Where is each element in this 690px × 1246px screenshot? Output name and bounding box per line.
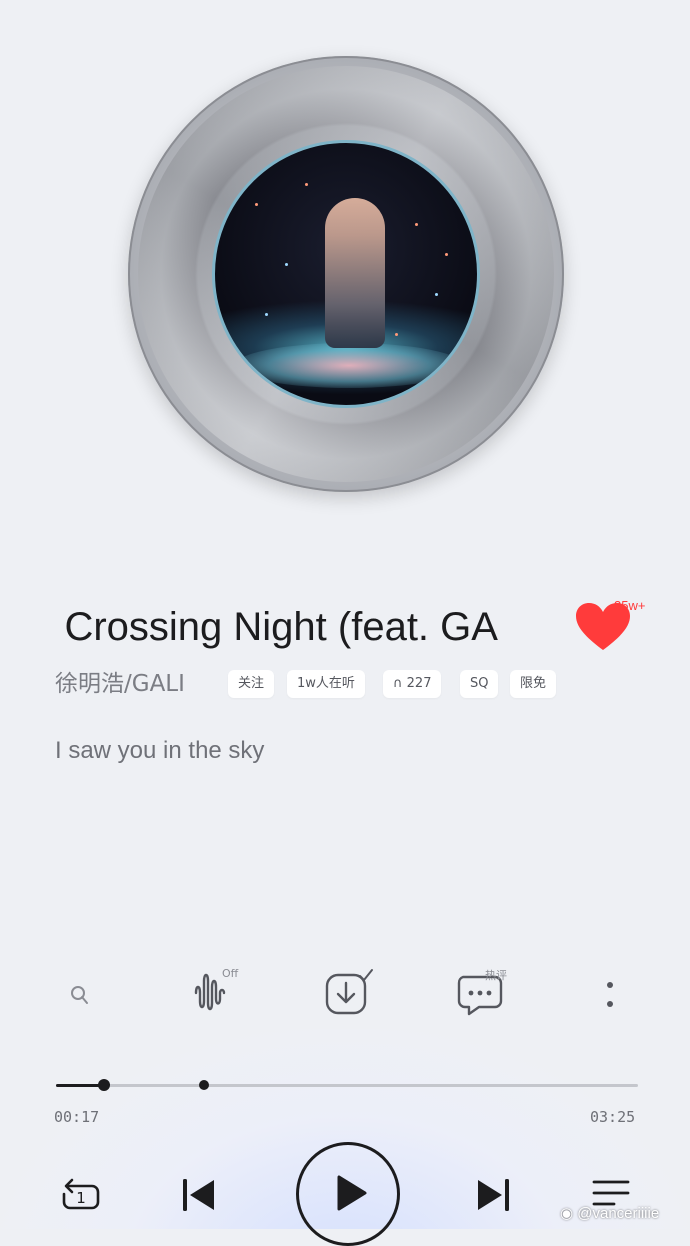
cover-glow [235,343,463,388]
play-icon [337,1175,367,1211]
next-button[interactable] [474,1176,514,1218]
song-title: r Crossing Night (feat. GA [56,600,498,654]
limited-free-badge[interactable]: 限免 [510,670,557,698]
listeners-badge[interactable]: 1w人在听 [287,670,365,698]
search-button[interactable] [66,982,94,1042]
cover-star [265,313,268,316]
cover-star [305,183,308,186]
download-button[interactable] [322,965,374,1025]
current-time: 00:17 [54,1108,100,1126]
cover-star [415,223,418,226]
cover-figure [325,198,385,348]
progress-played [56,1084,105,1087]
total-time: 03:25 [590,1108,636,1126]
vinyl-disc[interactable] [128,56,564,492]
cover-star [395,333,398,336]
headphone-count-badge[interactable]: ∩ 227 [383,670,442,698]
artist-name[interactable]: 徐明浩/GALI [55,667,185,701]
cover-star [255,203,258,206]
more-icon [607,982,613,1007]
search-icon [71,986,88,1004]
headphone-count: 227 [406,676,432,691]
comments-badge: 热评 [485,969,507,982]
song-title-marquee: r Crossing Night (feat. GA [56,600,528,654]
follow-button[interactable]: 关注 [228,670,275,698]
progress-knob[interactable] [98,1079,111,1091]
like-count: 35w+ [614,598,646,613]
previous-icon [183,1179,214,1211]
repeat-one-button[interactable]: 1 [58,1172,104,1222]
quality-badge[interactable]: SQ [460,670,499,698]
effect-state-label: Off [222,967,239,980]
current-lyric[interactable]: I saw you in the sky [55,737,264,765]
cover-star [435,293,438,296]
weibo-icon: ◉ [560,1205,574,1222]
next-icon [478,1179,509,1211]
repeat-one-icon: 1 [62,1178,100,1210]
comments-button[interactable]: 热评 [455,965,507,1025]
progress-bar[interactable] [56,1079,638,1091]
song-title-text: Crossing Night (feat. GA [64,605,498,649]
play-button[interactable] [296,1142,400,1246]
more-button[interactable] [602,980,618,1040]
cover-star [445,253,448,256]
cover-star [285,263,288,266]
buffer-marker [199,1080,210,1090]
repeat-count: 1 [76,1189,86,1207]
download-icon [325,969,373,1015]
sound-effect-button[interactable]: Off [190,965,240,1025]
watermark-text: @vanceriiiie [577,1205,660,1222]
watermark: ◉ @vanceriiiie [560,1204,659,1222]
headphone-icon: ∩ [393,676,403,691]
album-cover [212,140,480,408]
previous-button[interactable] [180,1176,220,1218]
